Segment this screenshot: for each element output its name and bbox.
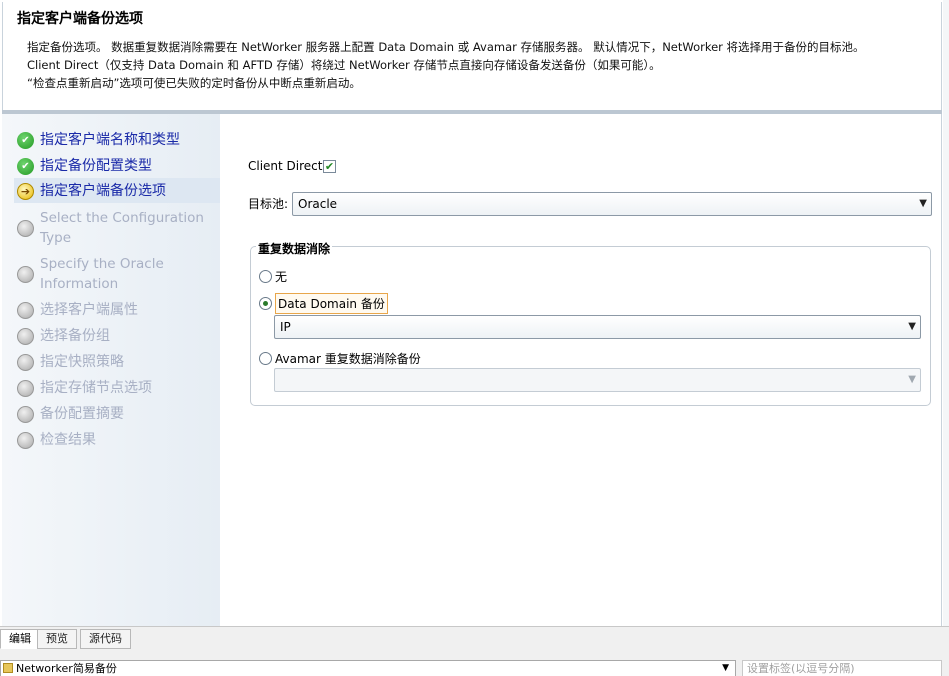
- radio-button[interactable]: [259, 352, 272, 365]
- client-direct-label: Client Direct:: [248, 159, 327, 173]
- step-label: 备份配置摘要: [40, 406, 124, 422]
- description-line: 指定备份选项。 数据重复数据消除需要在 NetWorker 服务器上配置 Dat…: [27, 40, 865, 54]
- window-edge: [943, 0, 949, 626]
- target-pool-label: 目标池:: [248, 197, 289, 211]
- data-domain-select[interactable]: IP ▼: [274, 315, 921, 339]
- description-line: Client Direct（仅支持 Data Domain 和 AFTD 存储）…: [27, 58, 661, 72]
- page-title: 指定客户端备份选项: [17, 11, 143, 27]
- check-icon: ✔: [17, 132, 34, 149]
- step-label: 选择客户端属性: [40, 302, 138, 318]
- step-label-line: Specify the Oracle: [40, 256, 164, 272]
- wizard-header: 指定客户端备份选项 指定备份选项。 数据重复数据消除需要在 NetWorker …: [2, 2, 942, 110]
- folder-icon: [3, 663, 13, 673]
- radio-avamar[interactable]: Avamar 重复数据消除备份: [259, 350, 421, 367]
- arrow-right-icon: ➔: [17, 183, 34, 200]
- tab-source[interactable]: 源代码: [80, 629, 131, 649]
- editor-bottom-bar: 编辑 预览 源代码 Networker简易备份 ▼ 设置标签(以逗号分隔): [0, 626, 949, 676]
- step-label-line: Type: [40, 230, 72, 246]
- client-direct-checkbox[interactable]: ✔: [323, 160, 336, 173]
- radio-button[interactable]: [259, 297, 272, 310]
- avamar-select: ▼: [274, 368, 921, 392]
- step-label-line: Select the Configuration: [40, 210, 204, 226]
- step-client-backup-options[interactable]: ➔ 指定客户端备份选项: [14, 178, 220, 203]
- step-snapshot-policy: 指定快照策略: [14, 352, 220, 372]
- radio-data-domain-label: Data Domain 备份: [275, 293, 388, 314]
- post-category-select[interactable]: Networker简易备份 ▼: [0, 660, 736, 676]
- step-label-line: Information: [40, 276, 119, 292]
- step-storage-node: 指定存储节点选项: [14, 378, 220, 398]
- dedup-legend: 重复数据消除: [256, 240, 333, 257]
- radio-data-domain[interactable]: Data Domain 备份: [259, 293, 388, 314]
- step-backup-config-type[interactable]: ✔ 指定备份配置类型: [14, 156, 220, 176]
- tab-preview[interactable]: 预览: [37, 629, 77, 649]
- pending-circle-icon: [17, 266, 34, 283]
- step-backup-group: 选择备份组: [14, 326, 220, 346]
- step-label: 指定客户端名称和类型: [40, 132, 180, 148]
- radio-avamar-label: Avamar 重复数据消除备份: [275, 352, 421, 366]
- target-pool-value: Oracle: [298, 197, 338, 211]
- pending-circle-icon: [17, 328, 34, 345]
- step-config-summary: 备份配置摘要: [14, 404, 220, 424]
- step-label: 指定快照策略: [40, 354, 124, 370]
- step-label: 指定备份配置类型: [40, 158, 152, 174]
- check-icon: ✔: [17, 158, 34, 175]
- radio-none[interactable]: 无: [259, 268, 287, 285]
- step-client-name-type[interactable]: ✔ 指定客户端名称和类型: [14, 130, 220, 150]
- tab-edit[interactable]: 编辑: [0, 629, 40, 649]
- pending-circle-icon: [17, 432, 34, 449]
- tags-input[interactable]: 设置标签(以逗号分隔): [742, 660, 942, 676]
- dropdown-arrow-icon: ▼: [908, 321, 916, 332]
- dropdown-arrow-icon: ▼: [722, 663, 729, 673]
- radio-button[interactable]: [259, 270, 272, 283]
- step-oracle-info: Specify the Oracle Information: [14, 254, 220, 294]
- step-label: Specify the Oracle Information: [40, 254, 164, 294]
- wizard-steps-sidebar: ✔ 指定客户端名称和类型 ✔ 指定备份配置类型 ➔ 指定客户端备份选项 Sele…: [2, 114, 220, 626]
- target-pool-select[interactable]: Oracle ▼: [292, 192, 932, 216]
- pending-circle-icon: [17, 380, 34, 397]
- step-label: 指定客户端备份选项: [40, 183, 166, 199]
- post-category-value: Networker简易备份: [16, 662, 117, 675]
- backup-options-form: Client Direct: ✔ 目标池: Oracle ▼ 重复数据消除 无 …: [220, 114, 942, 626]
- pending-circle-icon: [17, 302, 34, 319]
- pending-circle-icon: [17, 220, 34, 237]
- pending-circle-icon: [17, 354, 34, 371]
- step-client-properties: 选择客户端属性: [14, 300, 220, 320]
- radio-none-label: 无: [275, 270, 288, 284]
- dropdown-arrow-icon: ▼: [908, 374, 916, 385]
- description-line: “检查点重新启动”选项可使已失败的定时备份从中断点重新启动。: [27, 76, 361, 90]
- page-description: 指定备份选项。 数据重复数据消除需要在 NetWorker 服务器上配置 Dat…: [27, 38, 865, 92]
- step-select-config-type: Select the Configuration Type: [14, 208, 220, 248]
- step-check-results: 检查结果: [14, 430, 220, 450]
- step-label: Select the Configuration Type: [40, 208, 204, 248]
- step-label: 指定存储节点选项: [40, 380, 152, 396]
- pending-circle-icon: [17, 406, 34, 423]
- step-label: 选择备份组: [40, 328, 110, 344]
- dropdown-arrow-icon: ▼: [919, 198, 927, 209]
- step-label: 检查结果: [40, 432, 96, 448]
- data-domain-value: IP: [280, 320, 291, 334]
